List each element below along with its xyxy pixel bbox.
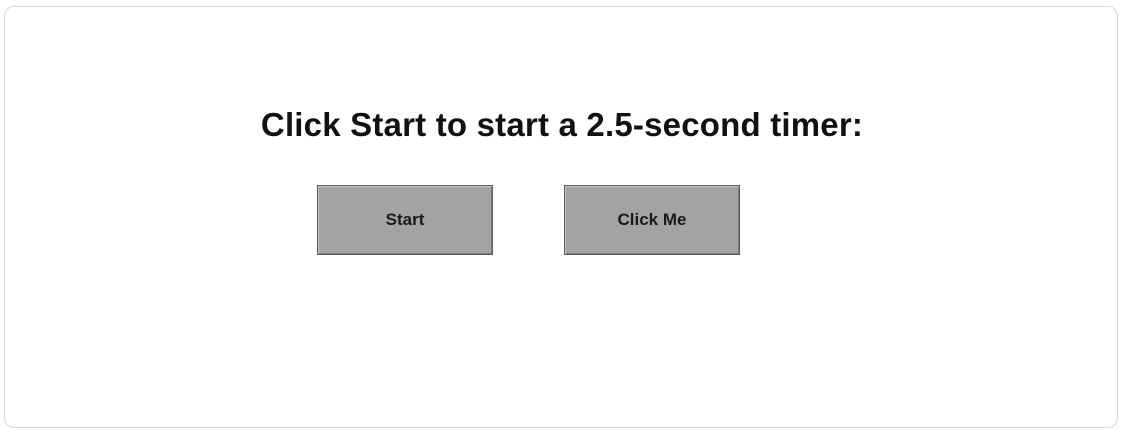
instruction-heading: Click Start to start a 2.5-second timer:: [260, 106, 864, 143]
app-window: Click Start to start a 2.5-second timer:…: [4, 6, 1118, 428]
start-button[interactable]: Start: [317, 185, 493, 255]
click-me-button[interactable]: Click Me: [564, 185, 740, 255]
